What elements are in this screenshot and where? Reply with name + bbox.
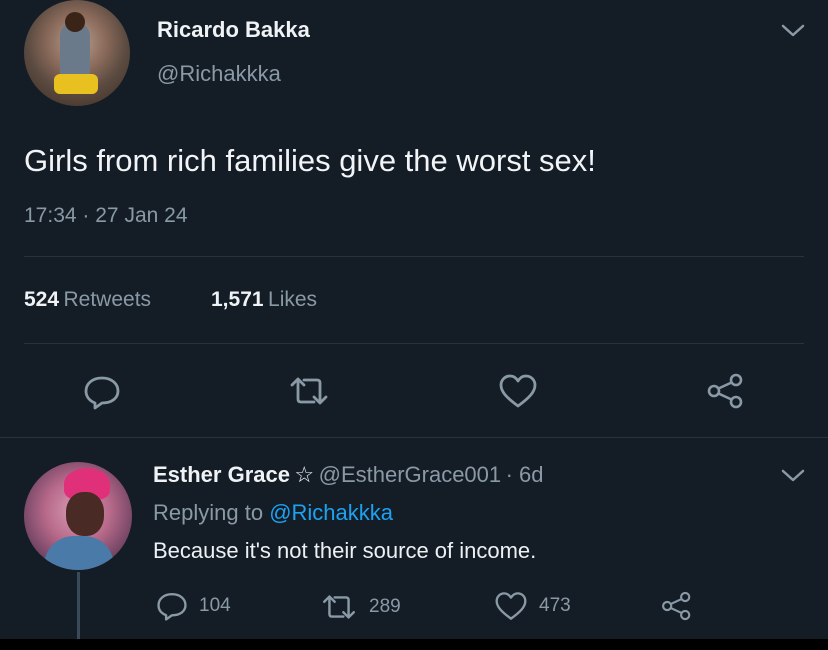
heart-icon[interactable] bbox=[497, 372, 539, 410]
thread-line bbox=[77, 572, 80, 640]
divider bbox=[24, 343, 804, 344]
reply-age: · 6d bbox=[505, 462, 544, 487]
likes-stat[interactable]: 1,571 Likes bbox=[211, 288, 317, 312]
tweet-timestamp[interactable]: 17:34 · 27 Jan 24 bbox=[24, 204, 188, 228]
reply-header: Esther Grace ☆ @EstherGrace001 · 6d bbox=[153, 462, 544, 488]
divider bbox=[0, 437, 828, 438]
reply-comment-button[interactable]: 104 bbox=[155, 590, 231, 622]
reply-author-name[interactable]: Esther Grace bbox=[153, 462, 290, 487]
tweet-date: 27 Jan 24 bbox=[95, 204, 188, 227]
reply-retweet-button[interactable]: 289 bbox=[319, 591, 401, 623]
reply-text: Because it's not their source of income. bbox=[153, 538, 537, 563]
avatar-clothing bbox=[44, 536, 114, 570]
reply-count: 104 bbox=[199, 595, 231, 616]
author-avatar[interactable] bbox=[24, 0, 130, 106]
comment-icon[interactable] bbox=[82, 373, 122, 411]
retweet-icon[interactable] bbox=[286, 373, 332, 409]
retweet-icon bbox=[319, 591, 359, 623]
divider bbox=[24, 256, 804, 257]
comment-icon bbox=[155, 590, 189, 622]
timestamp-separator: · bbox=[82, 204, 90, 227]
share-icon[interactable] bbox=[704, 371, 748, 411]
star-icon: ☆ bbox=[294, 462, 315, 487]
like-count: 473 bbox=[539, 595, 571, 616]
bottom-edge bbox=[0, 639, 828, 650]
heart-icon bbox=[493, 590, 529, 622]
avatar-chair bbox=[54, 74, 98, 94]
chevron-down-icon[interactable] bbox=[780, 22, 806, 40]
retweet-count: 289 bbox=[369, 596, 401, 617]
avatar-head bbox=[65, 12, 85, 32]
chevron-down-icon[interactable] bbox=[780, 467, 806, 485]
likes-label: Likes bbox=[268, 288, 318, 311]
retweets-label: Retweets bbox=[63, 288, 152, 311]
retweets-count: 524 bbox=[24, 288, 60, 311]
replying-to: Replying to @Richakkka bbox=[153, 500, 393, 526]
reply-author-avatar[interactable] bbox=[24, 462, 132, 570]
replying-to-label: Replying to bbox=[153, 500, 264, 525]
reply-like-button[interactable]: 473 bbox=[493, 590, 571, 622]
tweet-text: Girls from rich families give the worst … bbox=[24, 143, 596, 178]
likes-count: 1,571 bbox=[211, 288, 264, 311]
tweet-time: 17:34 bbox=[24, 204, 77, 227]
share-icon[interactable] bbox=[659, 589, 695, 623]
replying-to-handle[interactable]: @Richakkka bbox=[269, 500, 393, 525]
retweets-stat[interactable]: 524 Retweets bbox=[24, 288, 151, 312]
reply-author-handle[interactable]: @EstherGrace001 bbox=[319, 462, 502, 487]
avatar-face bbox=[66, 492, 104, 536]
author-name[interactable]: Ricardo Bakka bbox=[157, 17, 310, 43]
author-handle[interactable]: @Richakkka bbox=[157, 61, 281, 87]
